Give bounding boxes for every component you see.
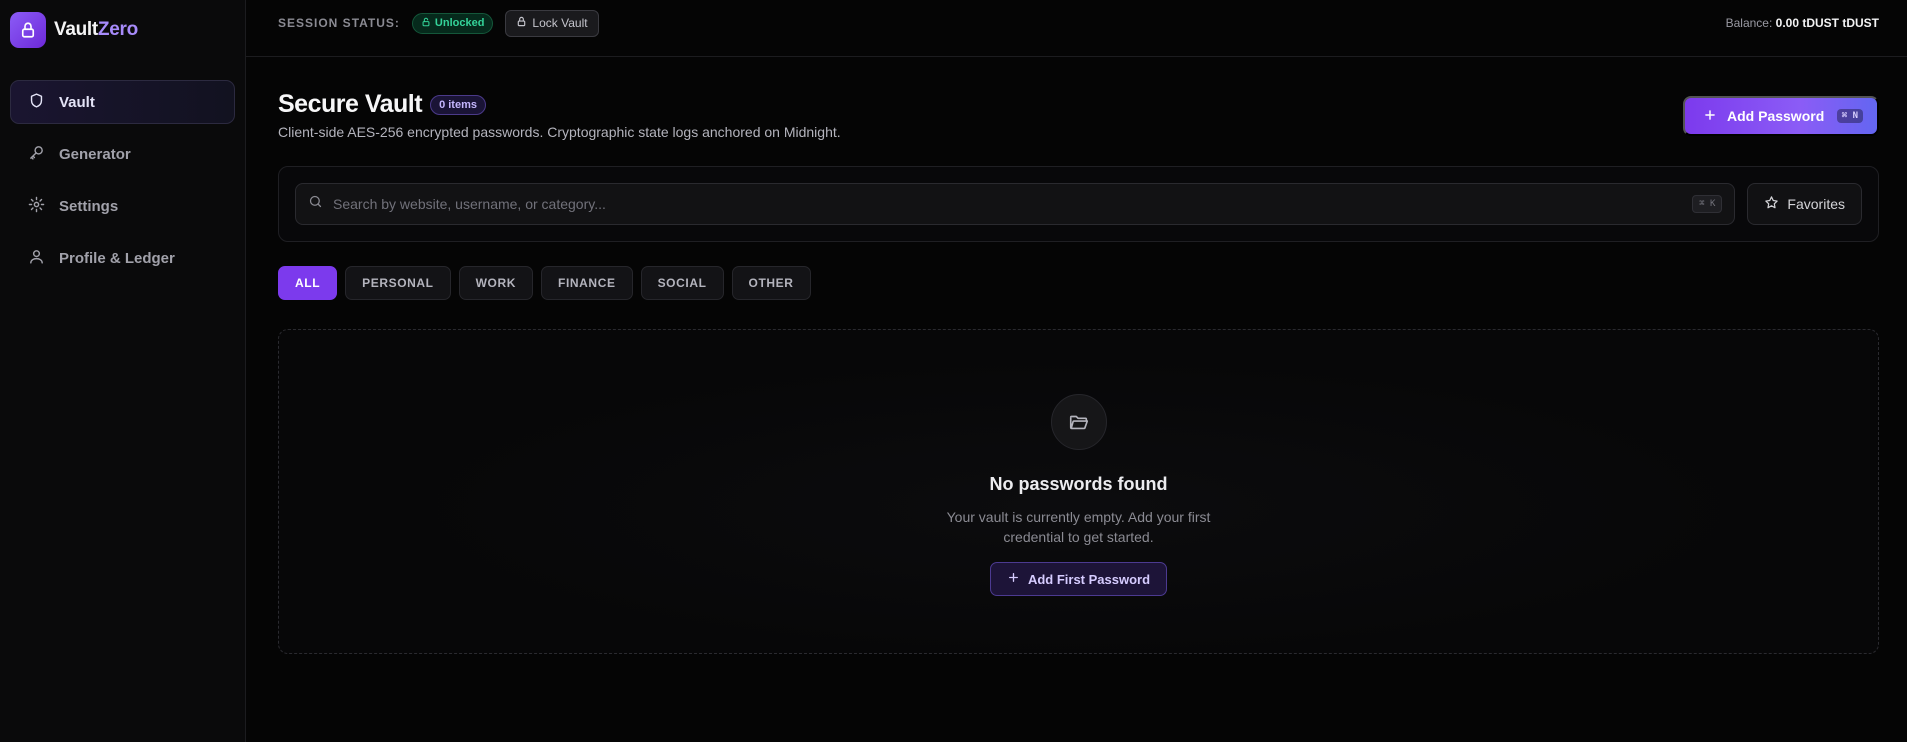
star-icon (1764, 195, 1779, 213)
empty-state-title: No passwords found (989, 474, 1168, 494)
title-line: Secure Vault 0 items (278, 90, 841, 119)
session-status-label: SESSION STATUS: (278, 16, 400, 30)
vault-panel: Secure Vault 0 items Client-side AES-256… (246, 90, 1907, 654)
session-status: SESSION STATUS: Unlocked Lock Vault (278, 9, 599, 37)
sidebar-item-vault[interactable]: Vault (10, 80, 235, 124)
user-icon (28, 248, 45, 269)
search-input[interactable] (333, 196, 1683, 212)
favorites-button[interactable]: Favorites (1747, 183, 1862, 225)
add-password-button[interactable]: Add Password ⌘ N (1683, 96, 1879, 136)
brand-name-part1: Vault (54, 19, 98, 40)
topbar: SESSION STATUS: Unlocked Lock Vault Bala… (246, 0, 1907, 57)
status-badge: Unlocked (411, 12, 494, 34)
page-subtitle: Client-side AES-256 encrypted passwords.… (278, 124, 841, 140)
filter-personal[interactable]: PERSONAL (345, 266, 451, 300)
empty-state-text: Your vault is currently empty. Add your … (946, 509, 1211, 545)
folder-open-icon (1050, 394, 1107, 450)
lock-icon (516, 16, 527, 30)
sidebar-item-label: Settings (59, 197, 119, 215)
search-shortcut: ⌘ K (1692, 195, 1723, 213)
search-icon (308, 194, 323, 214)
sidebar: VaultZero Vault Generator Settings Profi… (0, 0, 246, 742)
brand-name-part2: Zero (97, 19, 138, 40)
sidebar-item-generator[interactable]: Generator (10, 132, 235, 176)
add-first-password-label: Add First Password (1027, 571, 1151, 587)
empty-state: No passwords found Your vault is current… (278, 329, 1879, 654)
filter-work[interactable]: WORK (458, 266, 534, 300)
plus-icon (1703, 108, 1717, 125)
lock-vault-label: Lock Vault (532, 16, 588, 30)
title-block: Secure Vault 0 items Client-side AES-256… (278, 90, 841, 140)
sidebar-item-settings[interactable]: Settings (10, 184, 235, 228)
key-icon (28, 144, 45, 165)
gear-icon (28, 196, 45, 217)
page-header: Secure Vault 0 items Client-side AES-256… (278, 90, 1879, 140)
app-window: VaultZero Vault Generator Settings Profi… (0, 0, 1907, 742)
brand[interactable]: VaultZero (10, 12, 235, 48)
brand-name: VaultZero (54, 19, 138, 41)
balance-value: 0.00 tDUST tDUST (1775, 16, 1879, 30)
add-password-label: Add Password (1727, 108, 1825, 124)
lock-icon (10, 12, 46, 48)
page-title: Secure Vault (278, 90, 423, 118)
add-first-password-button[interactable]: Add First Password (989, 562, 1168, 596)
balance: Balance: 0.00 tDUST tDUST (1726, 16, 1879, 30)
add-password-shortcut: ⌘ N (1836, 109, 1863, 123)
category-filters: ALL PERSONAL WORK FINANCE SOCIAL OTHER (278, 266, 1879, 300)
search-box[interactable]: ⌘ K (295, 183, 1736, 225)
filter-finance[interactable]: FINANCE (541, 266, 633, 300)
filter-other[interactable]: OTHER (731, 266, 811, 300)
shield-icon (28, 92, 45, 113)
main-content: SESSION STATUS: Unlocked Lock Vault Bala… (246, 0, 1907, 742)
item-count-badge: 0 items (430, 94, 486, 115)
sidebar-item-label: Generator (59, 145, 131, 163)
unlock-icon (421, 17, 431, 30)
sidebar-item-label: Vault (59, 93, 95, 111)
sidebar-item-label: Profile & Ledger (59, 249, 175, 267)
balance-label: Balance: (1725, 16, 1773, 30)
favorites-label: Favorites (1787, 196, 1845, 212)
plus-icon (1007, 571, 1020, 587)
filter-all[interactable]: ALL (278, 266, 338, 300)
search-card: ⌘ K Favorites (278, 166, 1879, 242)
sidebar-item-profile-ledger[interactable]: Profile & Ledger (10, 236, 235, 280)
status-badge-label: Unlocked (434, 17, 485, 29)
lock-vault-button[interactable]: Lock Vault (505, 9, 599, 37)
filter-social[interactable]: SOCIAL (640, 266, 724, 300)
